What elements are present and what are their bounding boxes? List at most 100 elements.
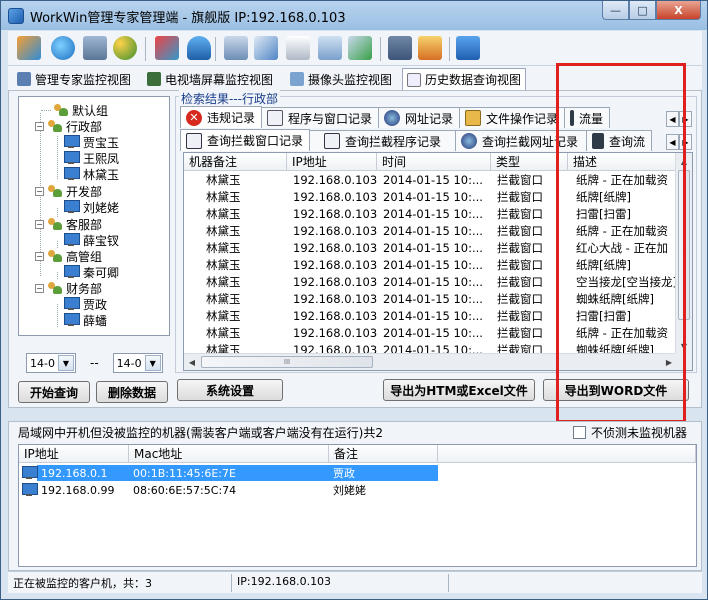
collapse-toggle[interactable]: − (35, 283, 44, 293)
tab-query-blocked-programs[interactable]: 查询拦截程序记录 (309, 130, 457, 151)
remote-icon[interactable] (348, 36, 372, 60)
title-bar[interactable]: WorkWin管理专家管理端 - 旗舰版 IP:192.168.0.103 — … (1, 1, 707, 30)
search-user-icon[interactable] (286, 36, 310, 60)
tree-node-computer[interactable]: 薛蟠 (63, 312, 107, 328)
tree-node-computer[interactable]: 贾政 (63, 296, 107, 312)
tree-node-computer[interactable]: 刘姥姥 (63, 199, 119, 215)
tab-tv-wall-view[interactable]: 电视墙屏幕监控视图 (142, 68, 278, 90)
group-icon (47, 184, 63, 198)
users-icon[interactable] (113, 36, 137, 60)
table-cell: 192.168.0.103 (293, 274, 377, 289)
table-cell: 192.168.0.103 (293, 325, 377, 340)
collapse-toggle[interactable]: − (35, 186, 44, 196)
export-html-excel-button[interactable]: 导出为HTM或Excel文件 (383, 379, 535, 401)
computer-icon (21, 466, 38, 480)
file-icon (465, 110, 482, 126)
chevron-down-icon[interactable]: ▼ (144, 355, 161, 371)
tree-node-executive-group[interactable]: − 高管组 (35, 248, 102, 264)
camera-icon (290, 72, 304, 86)
tab-program-window-records[interactable]: 程序与窗口记录 (261, 107, 380, 128)
tree-node-computer[interactable]: 林黛玉 (63, 166, 119, 182)
tree-node-computer[interactable]: 贾宝玉 (63, 134, 119, 150)
tree-node-dev-dept[interactable]: − 开发部 (35, 183, 102, 199)
column-header-ip[interactable]: IP地址 (19, 445, 129, 463)
tools-icon[interactable] (17, 36, 41, 60)
web-icon (384, 110, 401, 126)
scroll-left-arrow[interactable]: ◀ (184, 354, 200, 370)
toolbar-separator (380, 37, 381, 61)
minimize-button[interactable]: — (602, 1, 629, 20)
system-settings-button[interactable]: 系统设置 (177, 379, 283, 401)
tree-node-computer[interactable]: 王熙凤 (63, 150, 119, 166)
column-header-time[interactable]: 时间 (377, 153, 491, 171)
collapse-toggle[interactable]: − (35, 121, 44, 131)
info-icon[interactable] (187, 36, 211, 60)
computer-icon (63, 297, 80, 311)
main-window: WorkWin管理专家管理端 - 旗舰版 IP:192.168.0.103 — … (0, 0, 708, 600)
close-button[interactable]: X (656, 1, 701, 20)
tree-node-computer[interactable]: 秦可卿 (63, 264, 119, 280)
tab-file-operation-records[interactable]: 文件操作记录 (459, 107, 566, 128)
start-date-select[interactable]: 14-0 ▼ (26, 353, 76, 373)
violation-icon: ✕ (186, 109, 202, 126)
list-item[interactable]: 192.168.0.99 08:60:6E:57:5C:74 刘姥姥 (19, 482, 438, 498)
tab-camera-view[interactable]: 摄像头监控视图 (285, 68, 397, 90)
tree-node-admin-dept[interactable]: − 行政部 (35, 118, 102, 134)
column-header-filler (438, 445, 696, 463)
tab-violation-records[interactable]: ✕ 违规记录 (180, 106, 263, 128)
tree-node-computer[interactable]: 薛宝钗 (63, 232, 119, 248)
tab-query-blocked-windows[interactable]: 查询拦截窗口记录 (180, 129, 311, 151)
toolbar-separator (215, 37, 216, 61)
table-cell: 192.168.0.103 (293, 172, 377, 187)
unmonitored-list[interactable]: IP地址 Mac地址 备注 192.168.0.1 00:1B:11:45:6E:… (18, 444, 697, 567)
end-date-select[interactable]: 14-0 ▼ (112, 353, 163, 373)
column-header-machine-note[interactable]: 机器备注 (184, 153, 287, 171)
report-icon[interactable] (418, 36, 442, 60)
network-icon[interactable] (155, 36, 179, 60)
help-icon[interactable] (456, 36, 480, 60)
windows-icon[interactable] (318, 36, 342, 60)
collapse-toggle[interactable]: − (35, 251, 44, 261)
message-icon[interactable] (254, 36, 278, 60)
group-icon (47, 119, 63, 133)
monitored-count-status: 正在被监控的客户机，共：3 (13, 577, 152, 590)
computer-icon (63, 135, 80, 149)
settings-computer-icon[interactable] (83, 36, 107, 60)
table-cell: 林黛玉 (206, 240, 241, 255)
maximize-button[interactable]: □ (629, 1, 656, 20)
blocked-program-icon (324, 133, 341, 149)
ignore-unmonitored-option[interactable]: 不侦测未监视机器 (572, 424, 687, 441)
tree-node-default-group[interactable]: 默认组 (41, 102, 108, 118)
column-header-ip[interactable]: IP地址 (287, 153, 377, 171)
list-item[interactable]: 192.168.0.1 00:1B:11:45:6E:7E 贾政 (19, 465, 438, 481)
list-cell: 192.168.0.1 (37, 465, 129, 481)
group-tree[interactable]: 默认组 − 行政部 贾宝玉 王熙凤 林黛玉 − 开发部 刘姥姥 − 客服部 薛宝… (18, 96, 170, 336)
tree-node-finance-dept[interactable]: − 财务部 (35, 280, 102, 296)
column-header-note[interactable]: 备注 (329, 445, 438, 463)
list-cell: 00:1B:11:45:6E:7E (129, 465, 329, 481)
table-cell: 林黛玉 (206, 325, 241, 340)
history-icon (407, 72, 421, 87)
table-cell: 192.168.0.103 (293, 257, 377, 272)
chevron-down-icon[interactable]: ▼ (58, 355, 74, 371)
start-query-button[interactable]: 开始查询 (18, 381, 90, 403)
tab-history-view[interactable]: 历史数据查询视图 (402, 68, 527, 90)
delete-data-button[interactable]: 删除数据 (96, 381, 168, 403)
table-cell: 2014-01-15 10:... (383, 291, 483, 306)
date-range: 14-0 ▼ -- 14-0 ▼ (26, 353, 163, 373)
tree-node-service-dept[interactable]: − 客服部 (35, 216, 102, 232)
tab-supervisor-view[interactable]: 管理专家监控视图 (12, 68, 136, 90)
table-cell: 192.168.0.103 (293, 189, 377, 204)
window-icon (267, 110, 284, 126)
scroll-thumb[interactable]: III (201, 356, 373, 368)
table-cell: 2014-01-15 10:... (383, 257, 483, 272)
search-result-label: 检索结果---行政部 (179, 90, 280, 107)
ignore-unmonitored-checkbox[interactable] (572, 426, 586, 439)
column-header-mac[interactable]: Mac地址 (129, 445, 329, 463)
list-cell: 刘姥姥 (333, 484, 366, 497)
globe-icon[interactable] (51, 36, 75, 60)
monitor-icon[interactable] (224, 36, 248, 60)
tab-url-records[interactable]: 网址记录 (378, 107, 461, 128)
collapse-toggle[interactable]: − (35, 219, 44, 229)
server-icon[interactable] (388, 36, 412, 60)
